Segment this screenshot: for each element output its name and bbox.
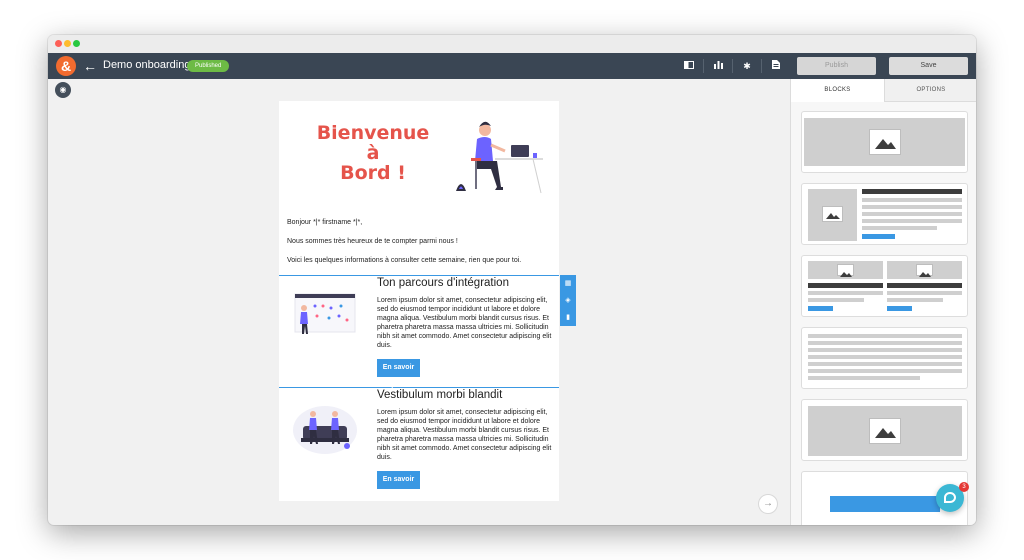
people-on-couch-illustration xyxy=(293,406,357,454)
intro-text: Nous sommes très heureux de te compter p… xyxy=(287,238,458,245)
minimize-window-button[interactable] xyxy=(64,40,71,47)
editor-toolbar: & ← Demo onboarding Published ✱ Publish … xyxy=(48,53,976,79)
calendar-illustration xyxy=(294,293,356,334)
tab-options[interactable]: OPTIONS xyxy=(884,79,976,102)
grid-icon[interactable]: ▦ xyxy=(560,275,576,292)
chat-icon xyxy=(944,492,956,503)
duplicate-icon[interactable]: ◈ xyxy=(560,292,576,309)
content-block[interactable]: Vestibulum morbi blandit Lorem ipsum dol… xyxy=(279,388,559,501)
image-placeholder-icon xyxy=(869,129,901,155)
block-template-two-columns[interactable] xyxy=(801,255,968,317)
block-title: Vestibulum morbi blandit xyxy=(377,389,503,401)
content-block-selected[interactable]: Ton parcours d'intégration Lorem ipsum d… xyxy=(279,275,559,389)
hero-section[interactable]: Bienvenue à Bord ! xyxy=(279,101,559,209)
image-placeholder-icon xyxy=(916,264,933,277)
hero-title: Bienvenue à Bord ! xyxy=(303,123,443,183)
status-badge: Published xyxy=(187,60,230,72)
block-template-image[interactable] xyxy=(801,111,968,173)
layout-icon[interactable] xyxy=(681,59,697,73)
close-window-button[interactable] xyxy=(55,40,62,47)
block-template-text[interactable] xyxy=(801,327,968,389)
document-title: Demo onboarding xyxy=(103,59,191,71)
trash-icon[interactable]: ▮ xyxy=(560,309,576,326)
window-titlebar xyxy=(48,35,976,53)
image-placeholder-icon xyxy=(837,264,854,277)
block-title: Ton parcours d'intégration xyxy=(377,277,509,289)
next-arrow-button[interactable]: → xyxy=(758,494,778,514)
preview-eye-icon[interactable]: ◉ xyxy=(55,82,71,98)
toolbar-divider xyxy=(732,59,733,73)
hero-title-line: à xyxy=(366,142,380,164)
gear-icon[interactable]: ✱ xyxy=(739,59,755,73)
back-arrow-icon[interactable]: ← xyxy=(83,57,97,75)
app-window: & ← Demo onboarding Published ✱ Publish … xyxy=(48,35,976,525)
block-template-image-text[interactable] xyxy=(801,183,968,245)
block-toolbar: ▦ ◈ ▮ xyxy=(560,275,576,326)
image-placeholder-icon xyxy=(869,418,901,444)
app-logo[interactable]: & xyxy=(56,56,76,76)
blocks-panel: BLOCKS OPTIONS xyxy=(790,79,976,525)
toolbar-divider xyxy=(761,59,762,73)
publish-button[interactable]: Publish xyxy=(797,57,876,75)
email-canvas: Bienvenue à Bord ! Bonjour *|* firstname… xyxy=(279,101,559,501)
image-placeholder-icon xyxy=(822,206,843,222)
block-template-image-framed[interactable] xyxy=(801,399,968,461)
toolbar-divider xyxy=(703,59,704,73)
block-body: Lorem ipsum dolor sit amet, consectetur … xyxy=(377,297,552,350)
tab-blocks[interactable]: BLOCKS xyxy=(791,79,884,102)
notification-badge: 3 xyxy=(959,482,969,492)
stats-icon[interactable] xyxy=(710,59,726,73)
document-icon[interactable] xyxy=(768,59,784,73)
learn-more-button[interactable]: En savoir plus xyxy=(377,359,420,389)
greeting-text: Bonjour *|* firstname *|*, xyxy=(287,219,363,226)
learn-more-button[interactable]: En savoir plus xyxy=(377,471,420,501)
hero-title-line: Bord ! xyxy=(340,162,406,184)
maximize-window-button[interactable] xyxy=(73,40,80,47)
block-body: Lorem ipsum dolor sit amet, consectetur … xyxy=(377,409,552,462)
hero-title-line: Bienvenue xyxy=(316,122,430,144)
person-at-desk-illustration xyxy=(456,121,543,194)
save-button[interactable]: Save xyxy=(889,57,968,75)
info-text: Voici les quelques informations à consul… xyxy=(287,257,522,264)
